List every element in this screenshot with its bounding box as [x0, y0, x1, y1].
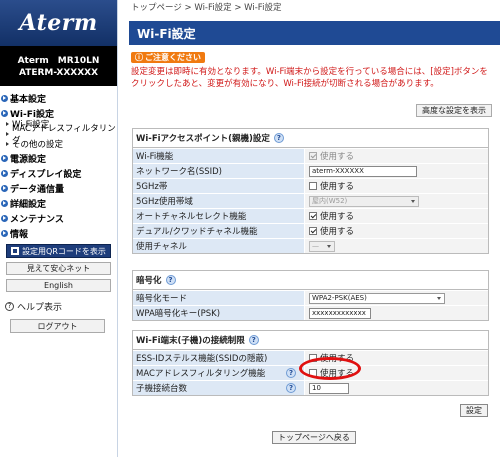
model-info: Aterm MR10LN ATERM-XXXXXX: [0, 46, 117, 86]
nav-advanced[interactable]: 詳細設定: [0, 197, 117, 210]
model-name: Aterm MR10LN: [17, 56, 100, 66]
sidebar: Aterm Aterm MR10LN ATERM-XXXXXX 基本設定 Wi-…: [0, 0, 118, 457]
row-client-count: 子機接続台数? 10: [133, 380, 488, 395]
section-title: 暗号化?: [133, 271, 488, 290]
nav-maintenance[interactable]: メンテナンス: [0, 212, 117, 225]
bullet-icon: [1, 169, 8, 177]
side-nav: 基本設定 Wi-Fi設定 Wi-Fi設定 MACアドレスフィルタリング その他の…: [0, 86, 117, 240]
psk-input[interactable]: xxxxxxxxxxxxx: [309, 307, 371, 319]
mieru-anshin-button[interactable]: 見えて安心ネット: [6, 262, 111, 275]
breadcrumb: トップページ > Wi-Fi設定 > Wi-Fi設定: [131, 3, 282, 13]
arrow-icon: [6, 142, 9, 146]
logo: Aterm: [0, 0, 117, 46]
notice-text: 設定変更は即時に有効となります。Wi-Fi端末から設定を行っている場合には、[設…: [131, 67, 488, 89]
chevron-down-icon: [411, 199, 415, 203]
bullet-icon: [1, 154, 8, 162]
row-auto-channel: オートチャネルセレクト機能 使用する: [133, 208, 488, 223]
row-5ghz: 5GHz帯 使用する: [133, 178, 488, 193]
bullet-icon: [1, 199, 8, 207]
qr-icon: [11, 247, 20, 255]
arrow-icon: [6, 132, 9, 136]
row-channel: 使用チャネル —: [133, 238, 488, 253]
help-icon: ?: [5, 302, 14, 311]
page-title: Wi-Fi設定: [129, 21, 500, 45]
row-ssid: ネットワーク名(SSID) aterm-XXXXXX: [133, 163, 488, 178]
nav-data-usage[interactable]: データ通信量: [0, 182, 117, 195]
row-wifi-function: Wi-Fi機能 使用する: [133, 148, 488, 163]
5ghz-band-select[interactable]: 屋内(W52): [309, 195, 419, 207]
help-toggle[interactable]: ? ヘルプ表示: [5, 300, 117, 313]
row-5ghz-band: 5GHz使用帯域 屋内(W52): [133, 193, 488, 208]
show-advanced-button[interactable]: 高度な設定を表示: [416, 104, 492, 117]
app-window: Aterm Aterm MR10LN ATERM-XXXXXX 基本設定 Wi-…: [0, 0, 500, 457]
back-to-top-button[interactable]: トップページへ戻る: [272, 431, 356, 444]
row-psk: WPA暗号化キー(PSK) xxxxxxxxxxxxx: [133, 305, 488, 320]
chevron-down-icon: [437, 296, 441, 300]
nav-info[interactable]: 情報: [0, 227, 117, 240]
logo-text: Aterm: [19, 10, 98, 36]
device-name: ATERM-XXXXXX: [18, 68, 99, 78]
encryption-mode-select[interactable]: WPA2-PSK(AES): [309, 292, 445, 304]
auto-channel-checkbox[interactable]: [309, 212, 317, 220]
nav-basic[interactable]: 基本設定: [0, 92, 117, 105]
help-icon[interactable]: ?: [248, 335, 259, 345]
save-button[interactable]: 設定: [460, 404, 488, 417]
info-icon: ⓘ: [135, 53, 143, 62]
bullet-icon: [1, 184, 8, 192]
channel-select[interactable]: —: [309, 240, 335, 252]
notice-badge: ⓘ ご注意ください: [131, 52, 205, 63]
5ghz-checkbox[interactable]: [309, 182, 317, 190]
logout-button[interactable]: ログアウト: [10, 319, 105, 333]
row-dual-channel: デュアル/クワッドチャネル機能 使用する: [133, 223, 488, 238]
wifi-function-checkbox[interactable]: [309, 152, 317, 160]
help-icon[interactable]: ?: [286, 383, 296, 393]
client-count-input[interactable]: 10: [309, 382, 349, 394]
section-title: Wi-Fiアクセスポイント(親機)設定?: [133, 129, 488, 148]
section-encryption: 暗号化? 暗号化モード WPA2-PSK(AES) WPA暗号化キー(PSK) xx…: [132, 270, 489, 321]
nav-power[interactable]: 電源設定: [0, 152, 117, 165]
bullet-icon: [1, 229, 8, 237]
bullet-icon: [1, 109, 8, 117]
highlight-circle: [299, 357, 361, 380]
bullet-icon: [1, 94, 8, 102]
help-icon[interactable]: ?: [165, 275, 176, 285]
qr-code-button[interactable]: 設定用QRコードを表示: [6, 244, 111, 258]
section-access-point: Wi-Fiアクセスポイント(親機)設定? Wi-Fi機能 使用する ネットワーク名…: [132, 128, 489, 254]
section-title: Wi-Fi端末(子機)の接続制限?: [133, 331, 488, 350]
help-icon[interactable]: ?: [273, 133, 284, 143]
ssid-input[interactable]: aterm-XXXXXX: [309, 165, 417, 177]
bullet-icon: [1, 214, 8, 222]
nav-display[interactable]: ディスプレイ設定: [0, 167, 117, 180]
chevron-down-icon: [327, 244, 331, 248]
help-icon[interactable]: ?: [286, 368, 296, 378]
dual-channel-checkbox[interactable]: [309, 227, 317, 235]
arrow-icon: [6, 122, 9, 126]
row-encryption-mode: 暗号化モード WPA2-PSK(AES): [133, 290, 488, 305]
english-button[interactable]: English: [6, 279, 111, 292]
